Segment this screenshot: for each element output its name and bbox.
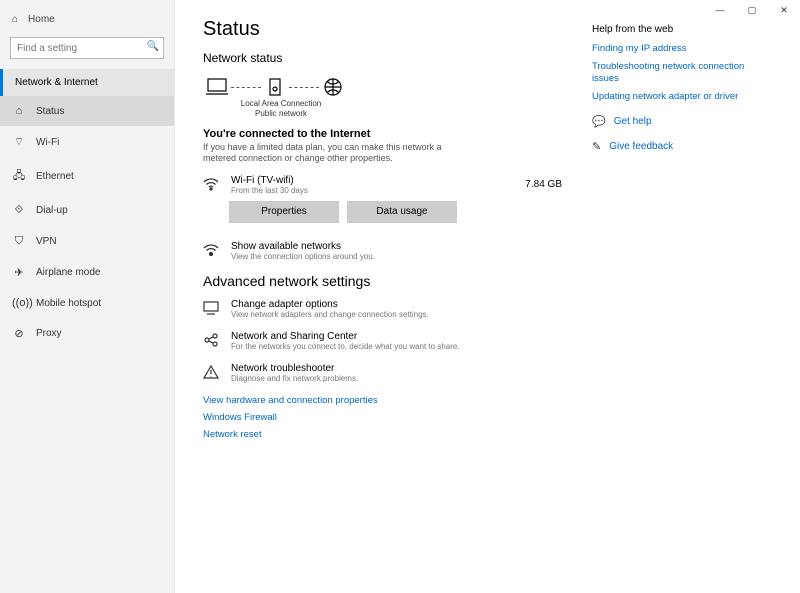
sidebar-item-label: VPN	[36, 236, 57, 247]
close-button[interactable]: ✕	[768, 0, 800, 20]
proxy-icon: ⊘	[12, 327, 26, 340]
sidebar-item-airplane[interactable]: ✈ Airplane mode	[0, 257, 174, 288]
data-usage-button[interactable]: Data usage	[347, 201, 457, 223]
ethernet-icon: 🖧	[12, 167, 26, 186]
troubleshooter-row[interactable]: Network troubleshooter Diagnose and fix …	[203, 363, 562, 383]
wifi-icon: ⌔	[12, 135, 26, 149]
help-panel: Help from the web Finding my IP address …	[592, 18, 772, 581]
hotspot-icon: ((o))	[12, 297, 26, 309]
link-hardware-properties[interactable]: View hardware and connection properties	[203, 395, 562, 406]
connection-row: Wi-Fi (TV-wifi) From the last 30 days 7.…	[203, 175, 562, 195]
connection-name: Wi-Fi (TV-wifi)	[231, 175, 515, 186]
help-link-ip[interactable]: Finding my IP address	[592, 43, 772, 55]
sidebar-item-vpn[interactable]: ⛉ VPN	[0, 226, 174, 257]
sidebar-item-label: Ethernet	[36, 171, 74, 182]
connection-data-amount: 7.84 GB	[525, 175, 562, 190]
section-network-status: Network status	[203, 51, 562, 65]
sidebar-item-label: Proxy	[36, 328, 62, 339]
help-heading: Help from the web	[592, 24, 772, 35]
globe-icon	[319, 77, 347, 97]
vpn-icon: ⛉	[12, 235, 26, 248]
sidebar-item-wifi[interactable]: ⌔ Wi-Fi	[0, 126, 174, 158]
router-icon	[261, 77, 289, 97]
home-label: Home	[28, 14, 55, 25]
adapter-icon	[203, 299, 221, 318]
network-diagram	[203, 77, 562, 97]
sidebar-item-label: Airplane mode	[36, 267, 100, 278]
sidebar-item-dialup[interactable]: ⟐ Dial-up	[0, 195, 174, 226]
sidebar-item-label: Dial-up	[36, 205, 68, 216]
dialup-icon: ⟐	[12, 204, 26, 217]
properties-button[interactable]: Properties	[229, 201, 339, 223]
page-title: Status	[203, 18, 562, 41]
show-networks-row[interactable]: Show available networks View the connect…	[203, 241, 562, 261]
sidebar-item-status[interactable]: ⌂ Status	[0, 96, 174, 126]
help-link-troubleshoot[interactable]: Troubleshooting network connection issue…	[592, 61, 772, 85]
sidebar-item-hotspot[interactable]: ((o)) Mobile hotspot	[0, 288, 174, 318]
wifi-list-icon	[203, 241, 221, 260]
show-networks-sub: View the connection options around you.	[231, 252, 375, 261]
connected-info: If you have a limited data plan, you can…	[203, 142, 463, 165]
airplane-icon: ✈	[12, 266, 26, 279]
connected-heading: You're connected to the Internet	[203, 128, 562, 140]
diagram-line	[289, 87, 319, 88]
wifi-signal-icon	[203, 175, 221, 194]
sidebar-category: Network & Internet	[0, 69, 174, 96]
search-icon: 🔍	[147, 41, 159, 52]
maximize-button[interactable]: ▢	[736, 0, 768, 20]
link-network-reset[interactable]: Network reset	[203, 429, 562, 440]
diagram-line	[231, 87, 261, 88]
help-link-adapter[interactable]: Updating network adapter or driver	[592, 91, 772, 103]
help-icon: 💬	[592, 115, 606, 128]
window-controls: — ▢ ✕	[704, 0, 800, 20]
sharing-center-row[interactable]: Network and Sharing Center For the netwo…	[203, 331, 562, 351]
give-feedback-row[interactable]: ✎ Give feedback	[592, 140, 772, 153]
sidebar-home[interactable]: ⌂ Home	[0, 8, 174, 31]
pc-icon	[203, 77, 231, 97]
status-icon: ⌂	[12, 105, 26, 117]
sidebar-item-proxy[interactable]: ⊘ Proxy	[0, 318, 174, 349]
advanced-heading: Advanced network settings	[203, 273, 562, 289]
sidebar-item-label: Wi-Fi	[36, 137, 59, 148]
sharing-icon	[203, 331, 221, 350]
sidebar-item-label: Status	[36, 106, 64, 117]
sidebar-item-label: Mobile hotspot	[36, 298, 101, 309]
sidebar-item-ethernet[interactable]: 🖧 Ethernet	[0, 158, 174, 195]
warning-icon	[203, 363, 221, 382]
feedback-icon: ✎	[592, 140, 601, 153]
show-networks-name: Show available networks	[231, 241, 375, 252]
minimize-button[interactable]: —	[704, 0, 736, 20]
link-firewall[interactable]: Windows Firewall	[203, 412, 562, 423]
diagram-caption: Local Area Connection Public network	[221, 99, 341, 118]
get-help-row[interactable]: 💬 Get help	[592, 115, 772, 128]
search-input[interactable]	[10, 37, 164, 59]
change-adapter-row[interactable]: Change adapter options View network adap…	[203, 299, 562, 319]
connection-sub: From the last 30 days	[231, 186, 515, 195]
main-panel: Status Network status Local Area Connect…	[203, 18, 562, 581]
home-icon: ⌂	[12, 14, 18, 25]
sidebar: ⌂ Home 🔍 Network & Internet ⌂ Status ⌔ W…	[0, 0, 175, 593]
